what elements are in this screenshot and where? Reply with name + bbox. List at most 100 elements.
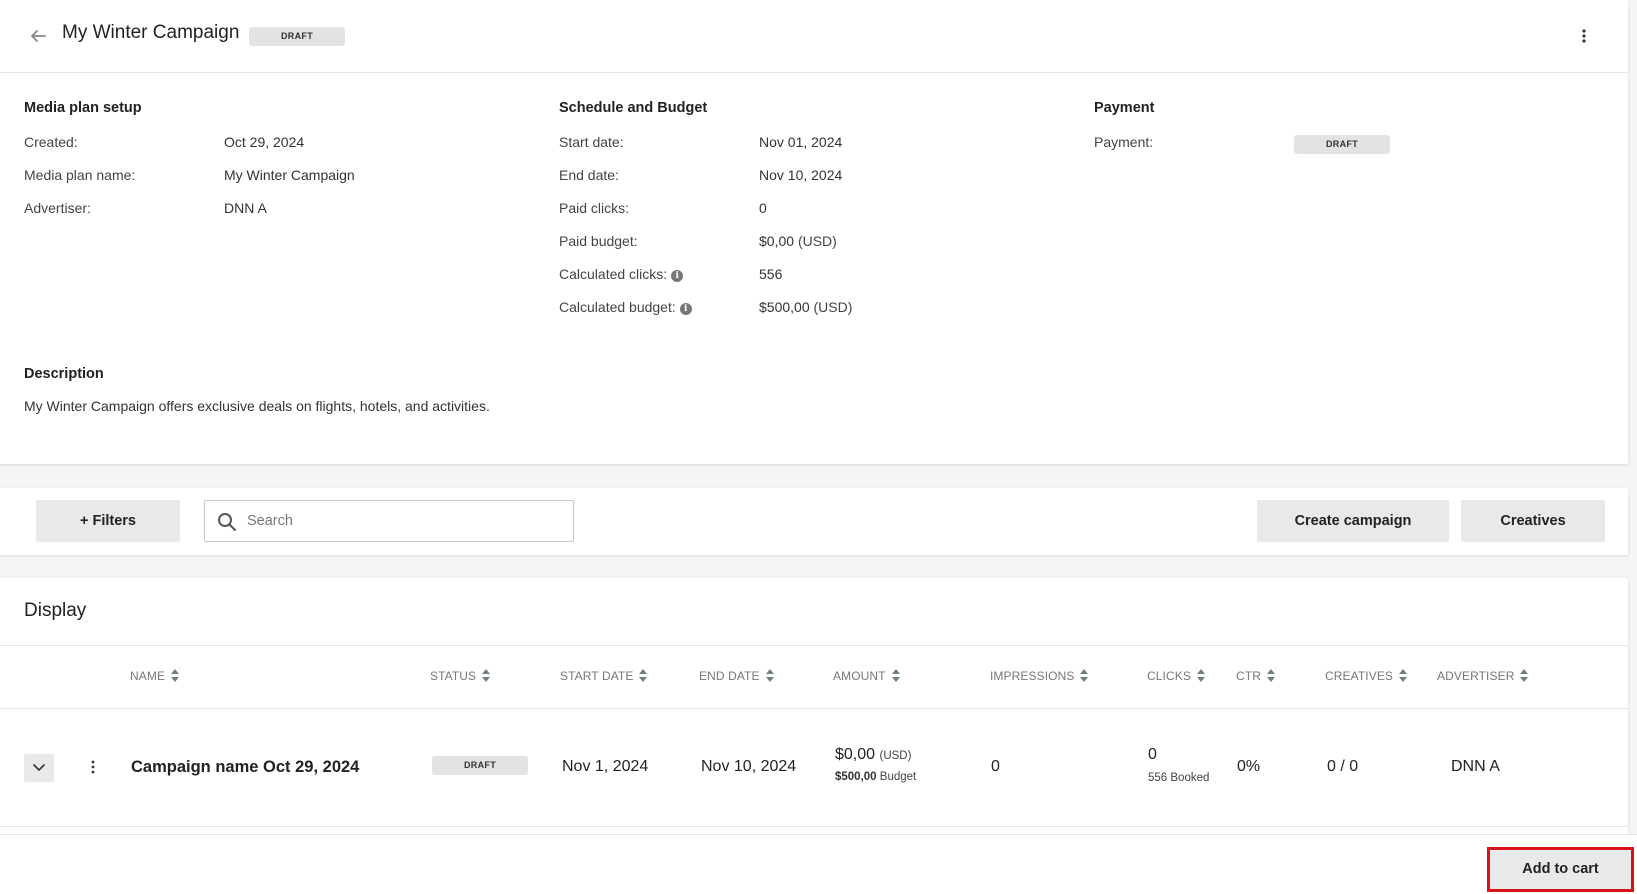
created-value: Oct 29, 2024 — [224, 134, 305, 150]
expand-row-button[interactable] — [24, 754, 54, 782]
sort-icon — [1080, 669, 1089, 682]
media-plan-name-label: Media plan name: — [24, 167, 136, 183]
payment-title: Payment — [1094, 100, 1155, 116]
sort-icon — [1520, 669, 1529, 682]
page-title: My Winter Campaign — [62, 22, 240, 43]
column-header-impressions[interactable]: IMPRESSIONS — [990, 668, 1089, 683]
column-header-name[interactable]: NAME — [130, 668, 180, 683]
sort-icon — [1266, 669, 1275, 682]
media-plan-card: My Winter Campaign DRAFT Media plan setu… — [0, 0, 1628, 464]
column-header-creatives[interactable]: CREATIVES — [1325, 668, 1408, 683]
column-header-advertiser[interactable]: ADVERTISER — [1437, 668, 1529, 683]
calculated-budget-value: $500,00 (USD) — [759, 299, 852, 315]
created-label: Created: — [24, 134, 78, 150]
payment-status-badge: DRAFT — [1294, 135, 1390, 154]
amount-value: $0,00 — [835, 746, 876, 763]
start-date-value: Nov 01, 2024 — [759, 134, 843, 150]
column-label: AMOUNT — [833, 669, 886, 683]
display-title: Display — [24, 600, 87, 621]
column-label: START DATE — [560, 669, 634, 683]
add-to-cart-button[interactable]: Add to cart — [1487, 847, 1634, 892]
sort-icon — [1399, 669, 1408, 682]
campaign-end-date: Nov 10, 2024 — [701, 758, 797, 775]
table-row: Campaign name Oct 29, 2024 DRAFT Nov 1, … — [0, 709, 1628, 827]
search-input[interactable] — [247, 501, 567, 541]
column-header-clicks[interactable]: CLICKS — [1147, 668, 1206, 683]
creatives-button[interactable]: Creatives — [1461, 500, 1605, 542]
toolbar: + Filters Create campaign Creatives — [0, 488, 1628, 555]
schedule-budget-title: Schedule and Budget — [559, 100, 708, 116]
sort-icon — [482, 669, 491, 682]
campaign-name-link[interactable]: Campaign name Oct 29, 2024 — [131, 758, 359, 777]
sort-icon — [1196, 669, 1205, 682]
column-label: END DATE — [699, 669, 760, 683]
row-kebab-icon[interactable] — [87, 758, 99, 776]
description-title: Description — [24, 366, 104, 382]
chevron-down-icon — [33, 764, 45, 771]
end-date-label: End date: — [559, 167, 619, 183]
description-text: My Winter Campaign offers exclusive deal… — [24, 398, 490, 414]
status-badge: DRAFT — [249, 27, 345, 46]
column-label: STATUS — [430, 669, 477, 683]
create-campaign-button[interactable]: Create campaign — [1257, 500, 1449, 542]
column-header-start-date[interactable]: START DATE — [560, 668, 648, 683]
back-arrow-icon[interactable] — [27, 25, 49, 47]
paid-budget-unit: (USD) — [797, 233, 837, 249]
paid-budget-label: Paid budget: — [559, 233, 638, 249]
search-icon — [218, 513, 236, 531]
footer-bar: Add to cart — [0, 834, 1637, 894]
column-label: ADVERTISER — [1437, 669, 1515, 683]
media-plan-setup-title: Media plan setup — [24, 100, 142, 116]
campaign-start-date: Nov 1, 2024 — [562, 758, 649, 775]
campaign-advertiser: DNN A — [1451, 758, 1500, 775]
sort-icon — [891, 669, 900, 682]
column-header-status[interactable]: STATUS — [430, 668, 491, 683]
campaign-clicks: 0 — [1148, 746, 1157, 763]
payment-label: Payment: — [1094, 134, 1154, 150]
table-header: NAME STATUS START DATE END DATE AMOUNT I… — [0, 645, 1628, 709]
calculated-budget-unit: (USD) — [813, 299, 853, 315]
end-date-value: Nov 10, 2024 — [759, 167, 843, 183]
paid-budget-value: $0,00 (USD) — [759, 233, 837, 249]
info-icon[interactable]: i — [671, 270, 684, 282]
column-label: CTR — [1236, 669, 1261, 683]
campaign-budget: $500,00 Budget — [835, 771, 916, 783]
column-label: NAME — [130, 669, 166, 683]
sort-icon — [765, 669, 774, 682]
display-section: Display NAME STATUS START DATE END DATE … — [0, 578, 1628, 834]
budget-value: $500,00 — [835, 771, 877, 783]
paid-budget-amount: $0,00 — [759, 233, 795, 249]
column-header-end-date[interactable]: END DATE — [699, 668, 775, 683]
calculated-clicks-value: 556 — [759, 266, 783, 282]
campaign-status-badge: DRAFT — [432, 756, 528, 775]
search-box[interactable] — [204, 500, 574, 542]
column-header-amount[interactable]: AMOUNT — [833, 668, 901, 683]
budget-label: Budget — [879, 771, 917, 783]
column-header-ctr[interactable]: CTR — [1236, 668, 1276, 683]
calculated-clicks-label-wrap: Calculated clicks: i — [559, 266, 684, 282]
calculated-budget-label-wrap: Calculated budget: i — [559, 299, 692, 315]
campaign-creatives: 0 / 0 — [1327, 758, 1359, 775]
media-plan-name-value: My Winter Campaign — [224, 167, 355, 183]
column-label: IMPRESSIONS — [990, 669, 1075, 683]
campaign-booked: 556 Booked — [1148, 772, 1210, 784]
sort-icon — [171, 669, 180, 682]
advertiser-value: DNN A — [224, 200, 267, 216]
info-icon[interactable]: i — [679, 303, 692, 315]
advertiser-label: Advertiser: — [24, 200, 91, 216]
sort-icon — [639, 669, 648, 682]
paid-clicks-value: 0 — [759, 200, 767, 216]
start-date-label: Start date: — [559, 134, 624, 150]
calculated-clicks-label: Calculated clicks: — [559, 266, 668, 282]
filters-button[interactable]: + Filters — [36, 500, 180, 542]
campaign-amount: $0,00 (USD) — [835, 746, 911, 764]
page-header: My Winter Campaign DRAFT — [0, 0, 1628, 73]
kebab-icon[interactable] — [1576, 27, 1592, 45]
calculated-budget-amount: $500,00 — [759, 299, 810, 315]
campaign-ctr: 0% — [1237, 758, 1261, 775]
column-label: CREATIVES — [1325, 669, 1394, 683]
amount-unit: (USD) — [879, 750, 912, 762]
campaign-impressions: 0 — [991, 758, 1000, 775]
paid-clicks-label: Paid clicks: — [559, 200, 630, 216]
column-label: CLICKS — [1147, 669, 1191, 683]
